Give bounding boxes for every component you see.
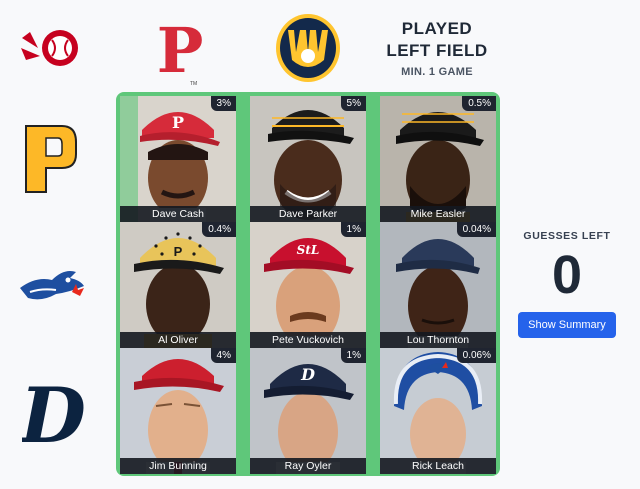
blue-jays-logo (16, 258, 88, 314)
svg-text:StL: StL (297, 243, 320, 257)
reds-logo (18, 16, 84, 82)
player-name: Mike Easler (380, 206, 496, 222)
grid-cell-2-3[interactable]: 0.04% Lou Thornton (380, 222, 496, 348)
immaculate-grid-board: P 3% Dave Cash 5% Dave Parker 0.5% Mike … (116, 92, 500, 476)
phillies-mark: P (157, 14, 204, 86)
player-photo (250, 96, 366, 222)
brewers-logo (272, 12, 344, 86)
player-name: Dave Parker (250, 206, 366, 222)
rarity-badge: 1% (340, 348, 366, 363)
rarity-badge: 0.04% (456, 222, 496, 237)
criteria-line-3: MIN. 1 GAME (401, 66, 473, 78)
player-photo (380, 96, 496, 222)
guesses-left-label: GUESSES LEFT (523, 230, 611, 242)
player-name: Ray Oyler (250, 458, 366, 474)
grid-cell-1-1[interactable]: P 3% Dave Cash (120, 96, 236, 222)
tigers-logo: D (22, 374, 84, 450)
player-photo: P (120, 96, 236, 222)
show-summary-button[interactable]: Show Summary (518, 312, 616, 338)
player-name: Jim Bunning (120, 458, 236, 474)
player-photo: P (120, 222, 236, 348)
player-name: Pete Vuckovich (250, 332, 366, 348)
rarity-badge: 0.5% (462, 96, 496, 111)
tigers-mark: D (22, 374, 84, 450)
guesses-left-count: 0 (551, 245, 583, 305)
svg-text:TM: TM (190, 81, 197, 86)
guesses-panel: GUESSES LEFT 0 Show Summary (515, 230, 619, 338)
pirates-logo (22, 122, 78, 196)
rarity-badge: 0.06% (456, 348, 496, 363)
rarity-badge: 5% (340, 96, 366, 111)
category-criteria: PLAYED LEFT FIELD MIN. 1 GAME (372, 18, 502, 78)
player-name: Dave Cash (120, 206, 236, 222)
grid-cell-3-2[interactable]: D 1% Ray Oyler (250, 348, 366, 474)
player-name: Al Oliver (120, 332, 236, 348)
svg-text:D: D (300, 365, 315, 384)
player-photo: D (250, 348, 366, 474)
grid-cell-3-1[interactable]: 4% Jim Bunning (120, 348, 236, 474)
grid-cell-1-3[interactable]: 0.5% Mike Easler (380, 96, 496, 222)
svg-text:P: P (172, 113, 184, 132)
rarity-badge: 1% (340, 222, 366, 237)
rarity-badge: 0.4% (202, 222, 236, 237)
grid-cell-3-3[interactable]: 0.06% Rick Leach (380, 348, 496, 474)
player-photo (120, 348, 236, 474)
player-name: Rick Leach (380, 458, 496, 474)
grid-cell-2-1[interactable]: P 0.4% Al Oliver (120, 222, 236, 348)
player-name: Lou Thornton (380, 332, 496, 348)
criteria-line-1: PLAYED (401, 19, 473, 38)
player-photo (380, 222, 496, 348)
rarity-badge: 4% (210, 348, 236, 363)
grid-cell-2-2[interactable]: StL 1% Pete Vuckovich (250, 222, 366, 348)
svg-text:P: P (174, 244, 183, 259)
criteria-line-2: LEFT FIELD (386, 41, 488, 60)
player-photo (380, 348, 496, 474)
grid-cell-1-2[interactable]: 5% Dave Parker (250, 96, 366, 222)
rarity-badge: 3% (210, 96, 236, 111)
phillies-logo: P TM (150, 14, 210, 86)
player-photo: StL (250, 222, 366, 348)
